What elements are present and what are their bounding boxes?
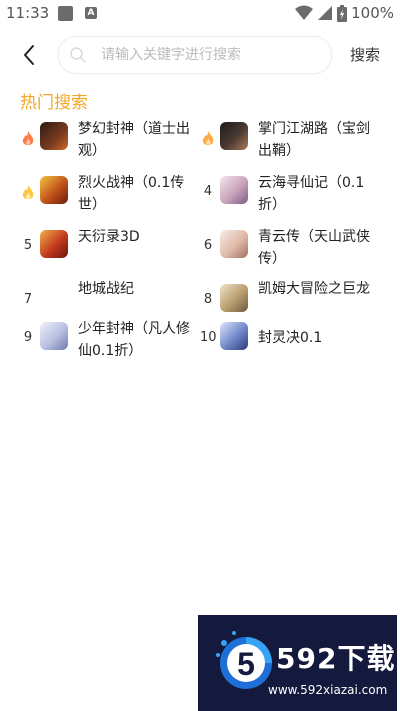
rank-number: 8	[203, 292, 213, 307]
game-name: 青云传（天山武侠传）	[258, 229, 370, 267]
hot-search-title: 热门搜索	[20, 93, 88, 113]
wifi-icon	[295, 5, 314, 20]
battery-icon	[337, 4, 348, 22]
watermark-592: 5 592下载 www.592xiazai.com	[198, 615, 397, 711]
search-icon	[70, 47, 86, 63]
hot-item-3[interactable]: 烈火战神（0.1传世）	[20, 170, 200, 218]
watermark-title: 592下载	[276, 642, 396, 675]
game-name: 烈火战神（0.1传世）	[78, 175, 185, 213]
game-avatar	[40, 176, 68, 204]
game-avatar	[220, 230, 248, 258]
game-avatar	[220, 322, 248, 350]
game-name: 少年封神（凡人修仙0.1折）	[78, 321, 190, 359]
fire-icon	[22, 185, 34, 199]
rank-number: 9	[23, 330, 33, 345]
game-avatar	[40, 122, 68, 150]
rank-number: 10	[200, 330, 217, 345]
chevron-left-icon	[24, 45, 34, 65]
status-indicators: 100%	[295, 4, 394, 22]
watermark-url: www.592xiazai.com	[268, 683, 388, 697]
notification-icon	[58, 6, 73, 21]
search-box[interactable]	[58, 36, 332, 74]
hot-item-4[interactable]: 4 云海寻仙记（0.1折）	[200, 170, 380, 218]
game-name: 封灵决0.1	[258, 330, 323, 346]
hot-item-6[interactable]: 6 青云传（天山武侠传）	[200, 224, 380, 272]
game-name: 天衍录3D	[78, 229, 140, 245]
rank-number: 7	[23, 292, 33, 307]
game-avatar	[40, 230, 68, 258]
hot-item-5[interactable]: 5 天衍录3D	[20, 224, 200, 272]
game-avatar	[220, 284, 248, 312]
rank-number: 4	[203, 184, 213, 199]
watermark-logo-icon: 5	[216, 631, 272, 689]
game-name: 掌门江湖路（宝剑出鞘）	[258, 121, 370, 159]
status-time: 11:33	[6, 4, 50, 22]
game-name: 云海寻仙记（0.1折）	[258, 175, 365, 213]
status-bar: 11:33 A 100%	[0, 0, 400, 28]
back-button[interactable]	[14, 40, 44, 70]
hot-item-9[interactable]: 9 少年封神（凡人修仙0.1折）	[20, 316, 200, 364]
fire-icon	[22, 131, 34, 145]
rank-number: 6	[203, 238, 213, 253]
search-input[interactable]	[101, 37, 321, 73]
game-avatar	[40, 322, 68, 350]
hot-item-10[interactable]: 10 封灵决0.1	[200, 316, 380, 364]
game-name: 梦幻封神（道士出观）	[78, 121, 190, 159]
search-button[interactable]: 搜索	[350, 44, 380, 65]
battery-percent: 100%	[351, 4, 394, 22]
fire-icon	[202, 131, 214, 145]
hot-item-2[interactable]: 掌门江湖路（宝剑出鞘）	[200, 116, 380, 164]
watermark-logo-digit: 5	[237, 646, 255, 682]
game-name: 地城战纪	[78, 281, 134, 297]
game-avatar	[220, 122, 248, 150]
hot-item-1[interactable]: 梦幻封神（道士出观）	[20, 116, 200, 164]
notification-a-icon: A	[85, 7, 97, 19]
game-name: 凯姆大冒险之巨龙	[258, 281, 370, 297]
game-avatar	[220, 176, 248, 204]
search-header: 搜索	[0, 36, 400, 76]
rank-number: 5	[23, 238, 33, 253]
cell-signal-icon	[318, 6, 333, 20]
